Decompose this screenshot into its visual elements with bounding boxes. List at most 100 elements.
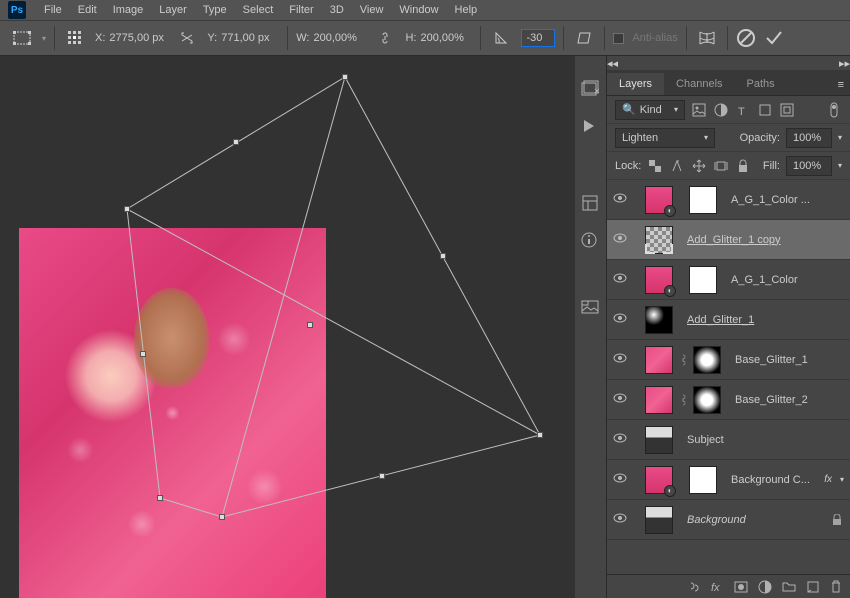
layer-name-label[interactable]: A_G_1_Color ... — [731, 194, 844, 206]
transform-handle[interactable] — [140, 351, 146, 357]
delete-layer-icon[interactable] — [830, 580, 844, 594]
commit-transform-button[interactable] — [764, 28, 784, 48]
layer-name-label[interactable]: Add_Glitter_1 — [687, 314, 844, 326]
blend-mode-dropdown[interactable]: Lighten▾ — [615, 128, 715, 148]
angle-input[interactable] — [521, 29, 555, 47]
group-layers-icon[interactable] — [782, 580, 796, 594]
menu-3d[interactable]: 3D — [322, 2, 352, 18]
layer-mask-icon[interactable] — [734, 580, 748, 594]
transform-tool-icon[interactable] — [10, 26, 34, 50]
visibility-toggle[interactable] — [613, 353, 627, 367]
x-position-field[interactable]: X:2775,00 px — [95, 32, 167, 44]
layer-thumbnail[interactable] — [645, 306, 673, 334]
layer-name-label[interactable]: Add_Glitter_1 copy — [687, 234, 844, 246]
cancel-transform-button[interactable] — [736, 28, 756, 48]
menu-type[interactable]: Type — [195, 2, 235, 18]
layer-thumbnail[interactable]: ◐ — [645, 266, 673, 294]
tab-paths[interactable]: Paths — [735, 73, 787, 95]
menu-filter[interactable]: Filter — [281, 2, 321, 18]
transform-handle[interactable] — [124, 206, 130, 212]
transform-handle[interactable] — [307, 322, 313, 328]
visibility-toggle[interactable] — [613, 433, 627, 447]
menu-layer[interactable]: Layer — [151, 2, 195, 18]
layer-thumbnail[interactable] — [645, 386, 673, 414]
layer-row[interactable]: Base_Glitter_1 — [607, 340, 850, 380]
menu-file[interactable]: File — [36, 2, 70, 18]
skew-h-icon[interactable] — [572, 26, 596, 50]
layer-style-icon[interactable]: fx — [710, 580, 724, 594]
layer-thumbnail[interactable] — [645, 506, 673, 534]
layer-mask-thumbnail[interactable] — [689, 186, 717, 214]
filter-smartobject-icon[interactable] — [779, 102, 795, 118]
transform-handle[interactable] — [537, 432, 543, 438]
mask-link-icon[interactable] — [679, 393, 687, 407]
info-panel-icon[interactable] — [581, 232, 601, 252]
filter-shape-icon[interactable] — [757, 102, 773, 118]
menu-select[interactable]: Select — [235, 2, 282, 18]
visibility-toggle[interactable] — [613, 513, 627, 527]
history-panel-icon[interactable] — [581, 80, 601, 100]
visibility-toggle[interactable] — [613, 393, 627, 407]
layer-row[interactable]: ◐Background C...fx▾ — [607, 460, 850, 500]
lock-position-icon[interactable] — [691, 158, 707, 174]
link-wh-icon[interactable] — [373, 26, 397, 50]
warp-mode-icon[interactable] — [695, 26, 719, 50]
visibility-toggle[interactable] — [613, 473, 627, 487]
layer-mask-thumbnail[interactable] — [693, 346, 721, 374]
layer-name-label[interactable]: Subject — [687, 434, 844, 446]
swap-xy-icon[interactable] — [175, 26, 199, 50]
layer-row[interactable]: Add_Glitter_1 copy — [607, 220, 850, 260]
filter-toggle-switch[interactable] — [826, 102, 842, 118]
layer-name-label[interactable]: Background — [687, 514, 826, 526]
menu-edit[interactable]: Edit — [70, 2, 105, 18]
layer-mask-thumbnail[interactable] — [693, 386, 721, 414]
actions-panel-icon[interactable] — [581, 118, 601, 138]
y-position-field[interactable]: Y:771,00 px — [207, 32, 279, 44]
visibility-toggle[interactable] — [613, 233, 627, 247]
transform-handle[interactable] — [233, 139, 239, 145]
visibility-toggle[interactable] — [613, 313, 627, 327]
mask-link-icon[interactable] — [679, 353, 687, 367]
new-layer-icon[interactable] — [806, 580, 820, 594]
panel-menu-icon[interactable]: ≡ — [832, 75, 850, 95]
width-field[interactable]: W:200,00% — [296, 32, 365, 44]
transform-handle[interactable] — [379, 473, 385, 479]
reference-point-icon[interactable] — [63, 26, 87, 50]
lock-pixels-icon[interactable] — [669, 158, 685, 174]
layer-mask-thumbnail[interactable] — [689, 266, 717, 294]
visibility-toggle[interactable] — [613, 193, 627, 207]
layer-thumbnail[interactable]: ◐ — [645, 186, 673, 214]
tab-channels[interactable]: Channels — [664, 73, 734, 95]
libraries-panel-icon[interactable] — [581, 298, 601, 318]
lock-artboard-icon[interactable] — [713, 158, 729, 174]
layer-name-label[interactable]: Background C... — [731, 474, 818, 486]
document-canvas[interactable] — [19, 228, 326, 598]
layer-fx-badge[interactable]: fx — [824, 474, 832, 485]
properties-panel-icon[interactable] — [581, 194, 601, 214]
layer-name-label[interactable]: A_G_1_Color — [731, 274, 844, 286]
layer-thumbnail[interactable]: ◐ — [645, 466, 673, 494]
visibility-toggle[interactable] — [613, 273, 627, 287]
menu-window[interactable]: Window — [391, 2, 446, 18]
menu-image[interactable]: Image — [105, 2, 152, 18]
transform-handle[interactable] — [219, 514, 225, 520]
tab-layers[interactable]: Layers — [607, 73, 664, 95]
layer-thumbnail[interactable] — [645, 226, 673, 254]
layer-thumbnail[interactable] — [645, 426, 673, 454]
layer-row[interactable]: ◐ A_G_1_Color — [607, 260, 850, 300]
lock-all-icon[interactable] — [735, 158, 751, 174]
link-layers-icon[interactable] — [686, 580, 700, 594]
layer-name-label[interactable]: Base_Glitter_1 — [735, 354, 844, 366]
menu-help[interactable]: Help — [447, 2, 486, 18]
adjustment-layer-icon[interactable] — [758, 580, 772, 594]
canvas-area[interactable] — [0, 56, 575, 598]
filter-pixel-icon[interactable] — [691, 102, 707, 118]
layer-name-label[interactable]: Base_Glitter_2 — [735, 394, 844, 406]
layer-row[interactable]: Add_Glitter_1 — [607, 300, 850, 340]
transform-handle[interactable] — [342, 74, 348, 80]
filter-type-icon[interactable]: T — [735, 102, 751, 118]
layer-mask-thumbnail[interactable] — [689, 466, 717, 494]
layer-row[interactable]: Subject — [607, 420, 850, 460]
menu-view[interactable]: View — [352, 2, 392, 18]
layer-row[interactable]: Base_Glitter_2 — [607, 380, 850, 420]
